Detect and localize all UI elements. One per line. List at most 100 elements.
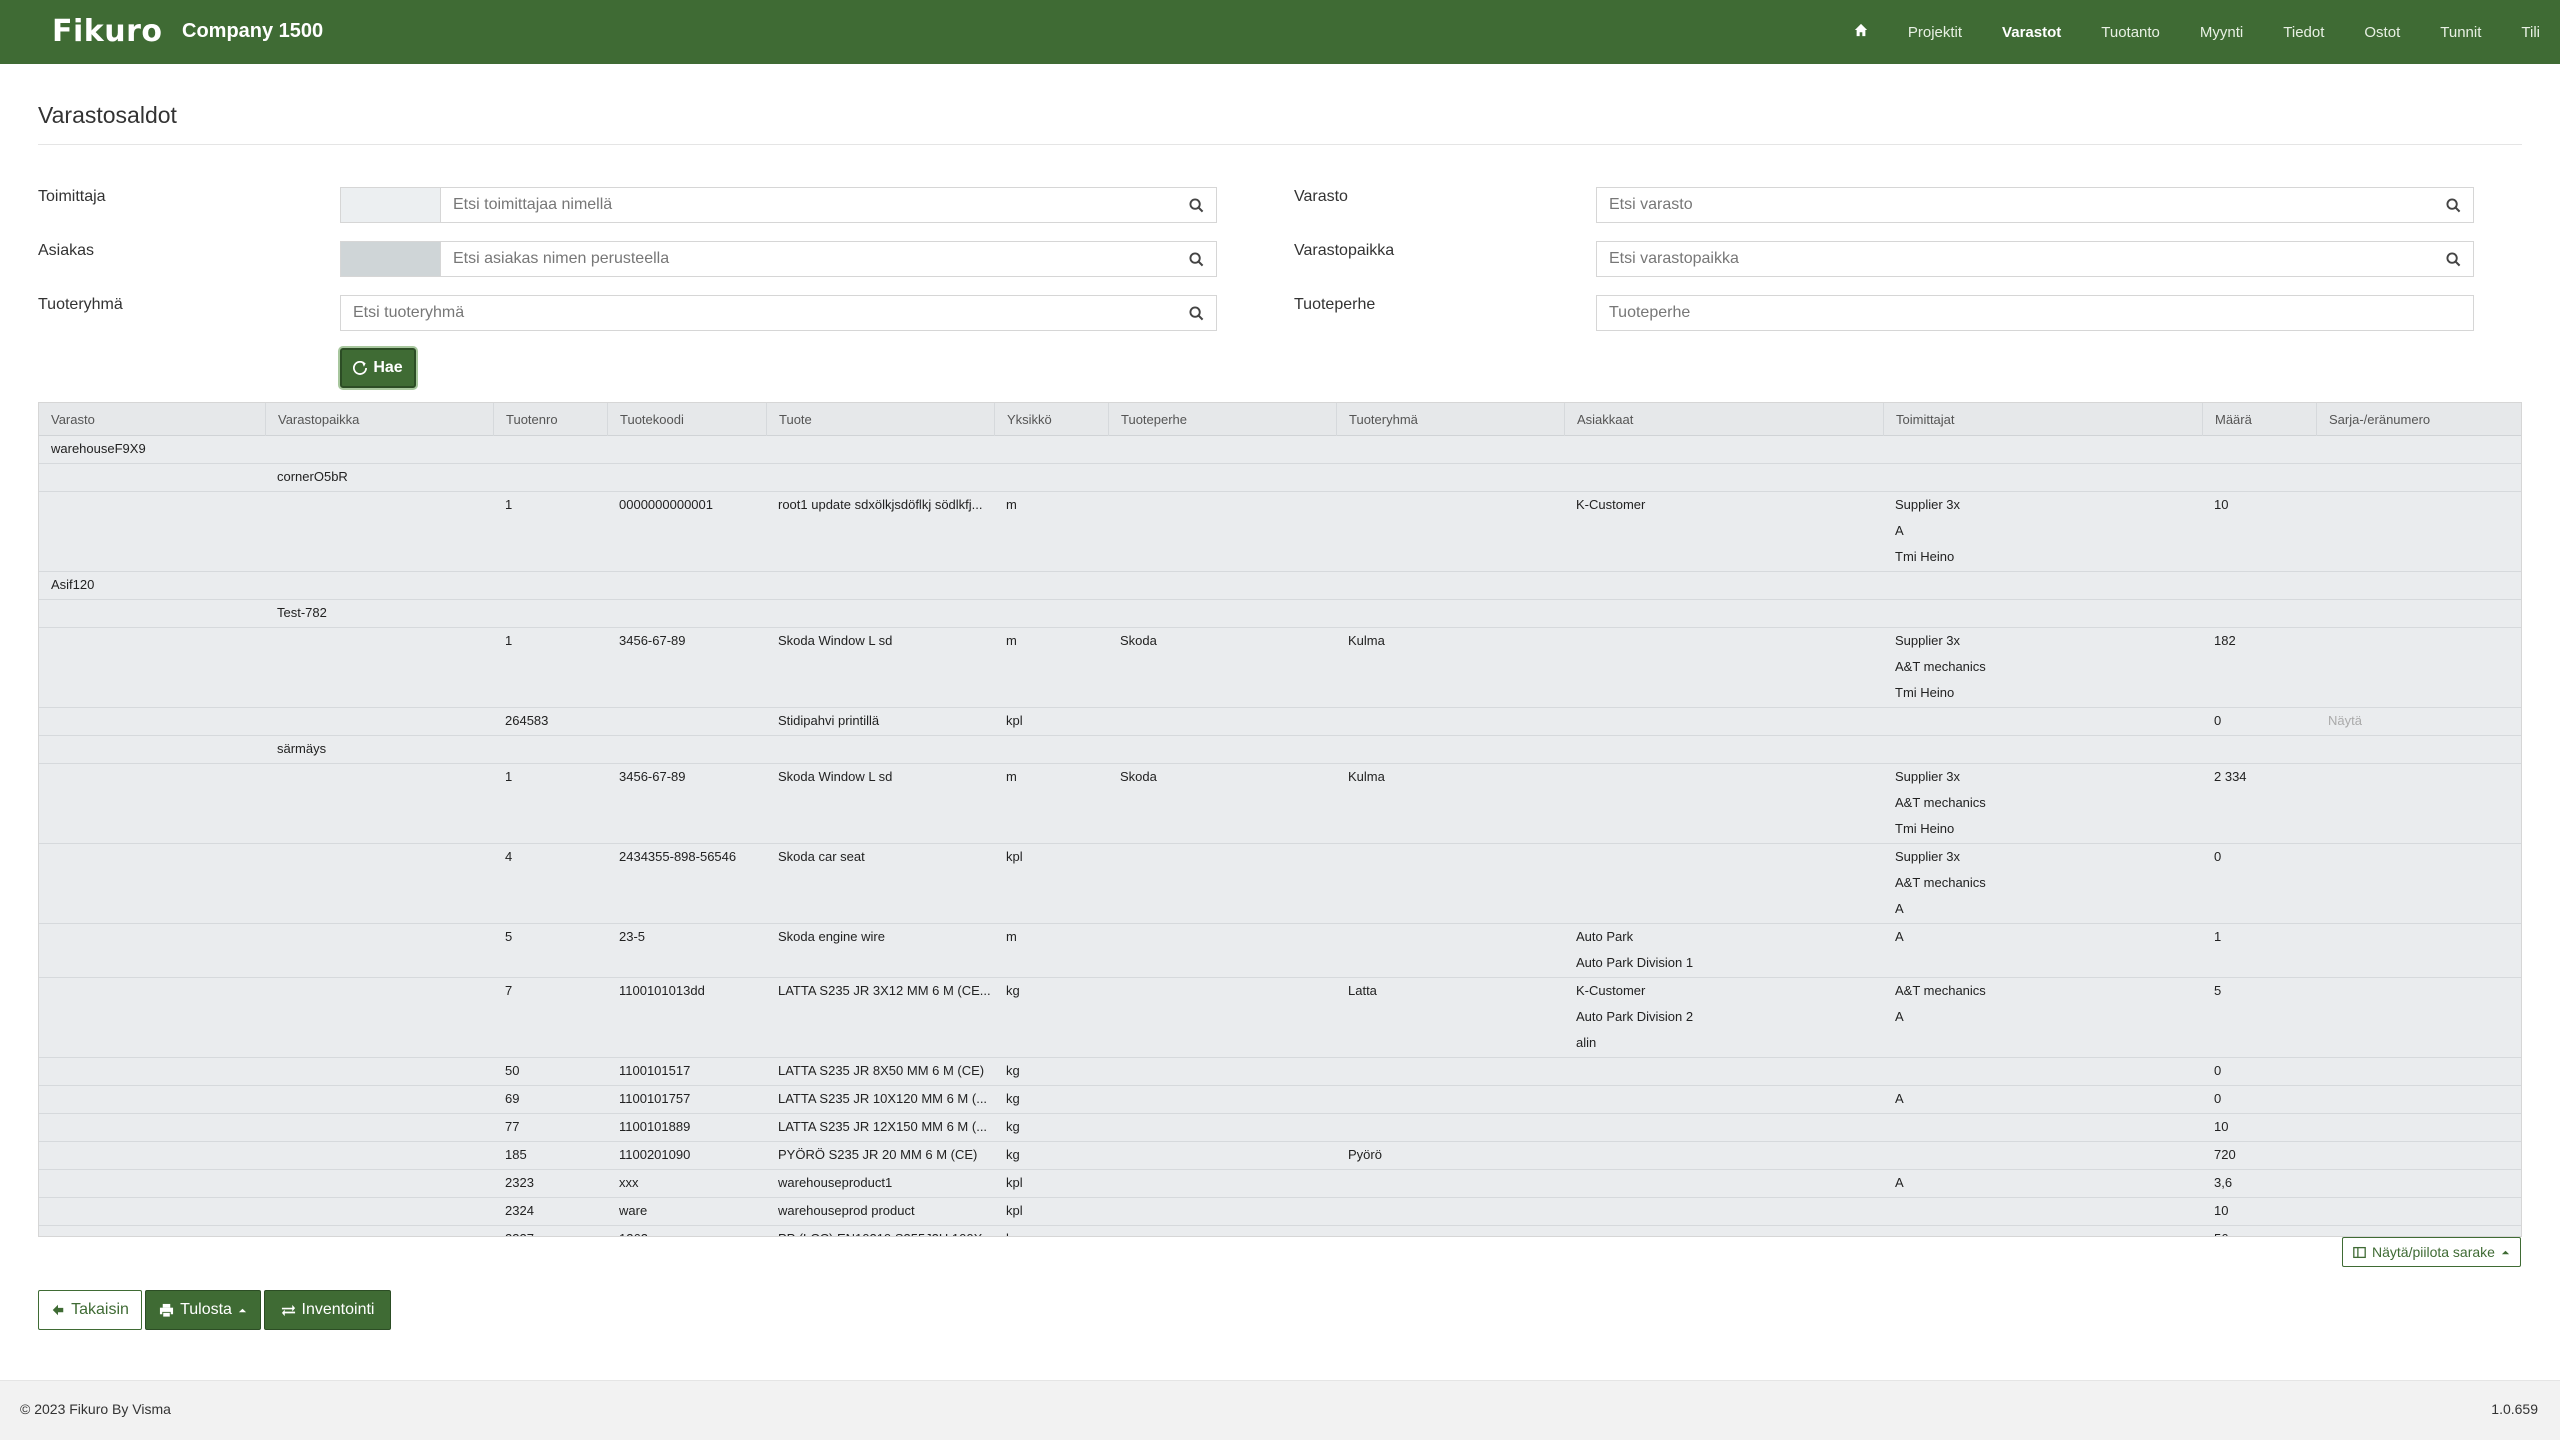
cell-line: 2323 [505, 1175, 534, 1190]
table-row[interactable]: 4 2434355-898-56546 Skoda car seat kpl Suppl… [39, 844, 2521, 924]
cell-product: PP (LCC) EN10219 S355J2H 100X... [766, 1226, 994, 1236]
nav-item-varastot[interactable]: Varastot [1982, 24, 2081, 41]
cell-product: LATTA S235 JR 3X12 MM 6 M (CE... [766, 978, 994, 1004]
table-row[interactable]: 69 1100101757 LATTA S235 JR 10X120 MM 6 M … [39, 1086, 2521, 1114]
column-header-storage-location[interactable]: Varastopaikka [265, 403, 493, 436]
nav-item-ostot[interactable]: Ostot [2344, 24, 2420, 41]
warehouse-group-row[interactable]: warehouseF9X9 [39, 436, 2521, 464]
cell-line: Skoda [1120, 769, 1157, 784]
warehouse-filter[interactable]: Etsi varasto [1596, 187, 2474, 223]
search-icon[interactable] [2433, 242, 2473, 276]
cell-product: LATTA S235 JR 10X120 MM 6 M (... [766, 1086, 994, 1112]
storage-location-input[interactable]: Etsi varastopaikka [1597, 250, 2433, 268]
print-button[interactable]: Tulosta [145, 1290, 261, 1330]
supplier-input[interactable]: Etsi toimittajaa nimellä [441, 196, 1176, 214]
search-icon[interactable] [1176, 188, 1216, 222]
column-header-product-code[interactable]: Tuotekoodi [607, 403, 766, 436]
table-row[interactable]: 1 3456-67-89 Skoda Window L sd m Skoda Kulma S… [39, 764, 2521, 844]
search-icon[interactable] [1176, 296, 1216, 330]
cell-product: root1 update sdxölkjsdöflkj södlkfj... [766, 492, 994, 518]
cell-line: 0 [2214, 1091, 2222, 1106]
column-header-warehouse[interactable]: Varasto [39, 403, 265, 436]
product-family-input[interactable]: Tuoteperhe [1597, 304, 2473, 322]
inventory-button-label: Inventointi [301, 1301, 375, 1318]
storage-location-filter[interactable]: Etsi varastopaikka [1596, 241, 2474, 277]
warehouse-group-row[interactable]: Asif120 [39, 572, 2521, 600]
table-row[interactable]: 7 1100101013dd LATTA S235 JR 3X12 MM 6 M (… [39, 978, 2521, 1058]
cell-line: 50 [505, 1063, 520, 1078]
nav-item-tili[interactable]: Tili [2501, 24, 2560, 41]
supplier-filter[interactable]: Etsi toimittajaa nimellä [340, 187, 1217, 223]
search-button[interactable]: Hae [340, 348, 416, 388]
location-group-row[interactable]: särmäys [39, 736, 2521, 764]
product-family-filter[interactable]: Tuoteperhe [1596, 295, 2474, 331]
customer-filter[interactable]: Etsi asiakas nimen perusteella [340, 241, 1217, 277]
product-group-filter[interactable]: Etsi tuoteryhmä [340, 295, 1217, 331]
stock-table: Varasto Varastopaikka Tuotenro Tuotekoodi Tu… [38, 402, 2522, 1237]
supplier-prefix [341, 188, 441, 222]
search-icon[interactable] [1176, 242, 1216, 276]
table-row[interactable]: 5 23-5 Skoda engine wire m Auto Park Auto Par… [39, 924, 2521, 978]
table-row[interactable]: 2323 xxx warehouseproduct1 kpl A 3,6 [39, 1170, 2521, 1198]
cell-product-code: 1100101889 [607, 1114, 766, 1140]
column-header-customers[interactable]: Asiakkaat [1564, 403, 1883, 436]
inventory-button[interactable]: Inventointi [264, 1290, 391, 1330]
cell-quantity: 720 [2202, 1142, 2316, 1168]
nav-item-projektit[interactable]: Projektit [1888, 24, 1982, 41]
location-group-row[interactable]: cornerO5bR [39, 464, 2521, 492]
nav-item-myynti[interactable]: Myynti [2180, 24, 2263, 41]
warehouse-input[interactable]: Etsi varasto [1597, 196, 2433, 214]
table-row[interactable]: 77 1100101889 LATTA S235 JR 12X150 MM 6 M … [39, 1114, 2521, 1142]
column-header-quantity[interactable]: Määrä [2202, 403, 2316, 436]
cell-line: LATTA S235 JR 3X12 MM 6 M (CE... [778, 983, 991, 998]
back-button[interactable]: Takaisin [38, 1290, 142, 1330]
cell-unit: m [994, 492, 1108, 518]
table-row[interactable]: 2324 ware warehouseprod product kpl 10 [39, 1198, 2521, 1226]
cell-product-number: 50 [493, 1058, 607, 1084]
cell-line: K-Customer [1576, 983, 1646, 998]
cell-product-number: 2323 [493, 1170, 607, 1196]
company-name[interactable]: Company 1500 [182, 20, 323, 43]
product-group-input[interactable]: Etsi tuoteryhmä [341, 304, 1176, 322]
cell-line: 185 [505, 1147, 527, 1162]
cell-product-code: 3456-67-89 [607, 764, 766, 790]
cell-quantity: 5 [2202, 978, 2316, 1004]
customer-prefix [341, 242, 441, 276]
table-row[interactable]: 185 1100201090 PYÖRÖ S235 JR 20 MM 6 M (CE… [39, 1142, 2521, 1170]
column-toggle-button[interactable]: Näytä/piilota sarake [2342, 1237, 2521, 1267]
table-row[interactable]: 1 3456-67-89 Skoda Window L sd m Skoda Kulma S… [39, 628, 2521, 708]
search-icon[interactable] [2433, 188, 2473, 222]
table-row[interactable]: 2327 1262 PP (LCC) EN10219 S355J2H 100X...… [39, 1226, 2521, 1236]
column-header-suppliers[interactable]: Toimittajat [1883, 403, 2202, 436]
column-header-serial-number[interactable]: Sarja-/eränumero [2316, 403, 2516, 436]
cell-line: Skoda [1120, 633, 1157, 648]
cell-line: warehouseF9X9 [51, 441, 146, 456]
nav-item-tunnit[interactable]: Tunnit [2420, 24, 2501, 41]
home-icon[interactable] [1834, 23, 1888, 41]
customer-input[interactable]: Etsi asiakas nimen perusteella [441, 250, 1176, 268]
cell-line: 7 [505, 983, 513, 998]
table-row[interactable]: 264583 Stidipahvi printillä kpl 0 Näytä [39, 708, 2521, 736]
column-header-product-number[interactable]: Tuotenro [493, 403, 607, 436]
cell-unit: m [994, 924, 1108, 950]
column-header-unit[interactable]: Yksikkö [994, 403, 1108, 436]
cell-line: A [1895, 929, 1904, 944]
location-group-row[interactable]: Test-782 [39, 600, 2521, 628]
warehouse-label: Varasto [1294, 188, 1348, 205]
cell-line: Supplier 3x [1895, 633, 1961, 648]
app-logo[interactable]: Fikuro [52, 14, 163, 49]
table-row[interactable]: 1 0000000000001 root1 update sdxölkjsdöflk… [39, 492, 2521, 572]
cell-suppliers: Supplier 3x A Tmi Heino [1883, 492, 2202, 570]
cell-line: 23-5 [619, 929, 646, 944]
nav-item-tiedot[interactable]: Tiedot [2263, 24, 2344, 41]
nav-item-tuotanto[interactable]: Tuotanto [2081, 24, 2180, 41]
printer-icon [160, 1303, 174, 1318]
cell-serial-number[interactable]: Näytä [2316, 708, 2516, 734]
cell-product-family: Skoda [1108, 764, 1336, 790]
cell-line: 69 [505, 1091, 520, 1106]
cell-line: kg [1006, 1147, 1020, 1162]
column-header-product-family[interactable]: Tuoteperhe [1108, 403, 1336, 436]
table-row[interactable]: 50 1100101517 LATTA S235 JR 8X50 MM 6 M (C… [39, 1058, 2521, 1086]
column-header-product-group[interactable]: Tuoteryhmä [1336, 403, 1564, 436]
column-header-product[interactable]: Tuote [766, 403, 994, 436]
